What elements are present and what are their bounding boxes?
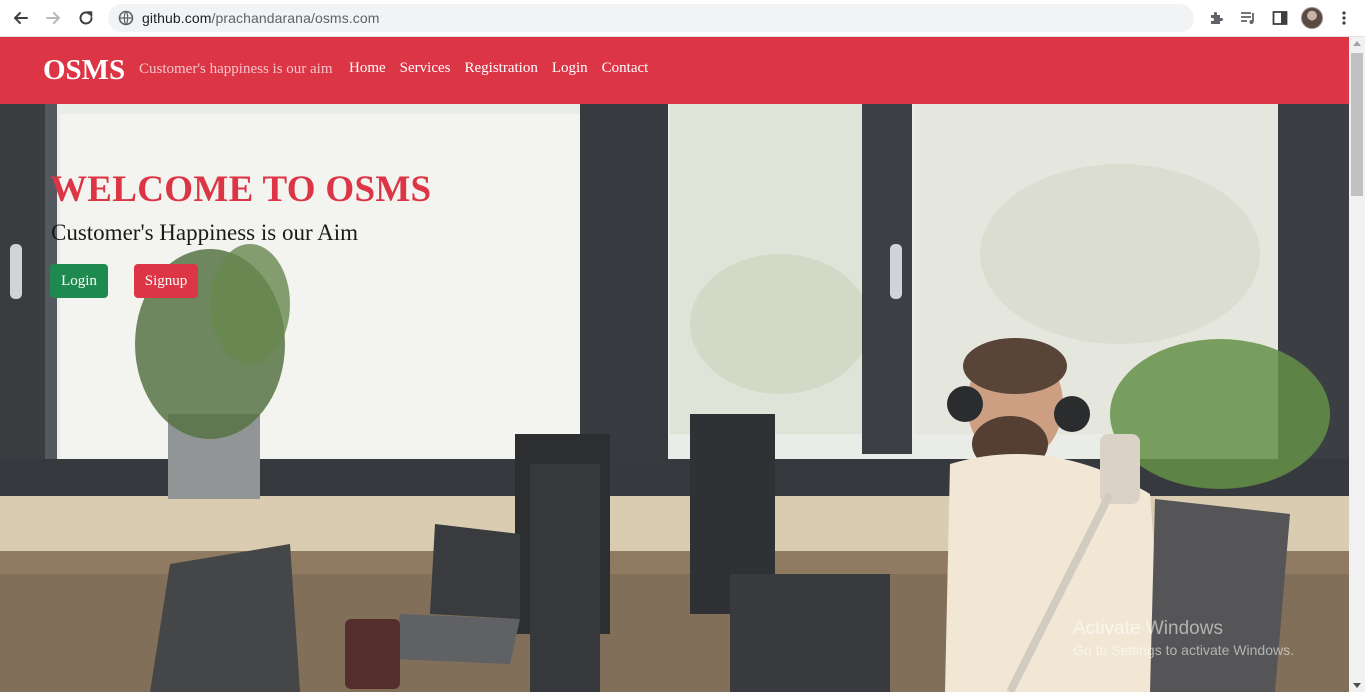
back-button[interactable] [8, 5, 34, 31]
side-panel-button[interactable] [1270, 8, 1290, 28]
nav-link-home[interactable]: Home [349, 60, 386, 77]
reload-button[interactable] [73, 5, 99, 31]
hero-subtitle: Customer's Happiness is our Aim [51, 220, 358, 245]
brand-logo[interactable]: OSMS [43, 54, 125, 87]
page-scrollbar[interactable] [1349, 37, 1365, 692]
forward-button[interactable] [40, 5, 66, 31]
profile-avatar[interactable] [1301, 7, 1323, 29]
hero-signup-button[interactable]: Signup [134, 264, 198, 298]
url-path: /prachandarana/osms.com [211, 10, 380, 26]
hero-login-button[interactable]: Login [50, 264, 108, 298]
puzzle-icon [1210, 11, 1223, 24]
browser-toolbar: github.com/prachandarana/osms.com [0, 0, 1365, 37]
nav-link-services[interactable]: Services [400, 60, 451, 77]
nav-link-login[interactable]: Login [552, 60, 588, 77]
extensions-button[interactable] [1206, 8, 1226, 28]
windows-activation-watermark: Activate Windows Go to Settings to activ… [1073, 618, 1294, 658]
navbar-tagline: Customer's happiness is our aim [139, 61, 333, 77]
site-navbar: OSMS Customer's happiness is our aim Hom… [0, 37, 1349, 104]
hero-title: WELCOME TO OSMS [50, 169, 432, 210]
url-host: github.com [142, 10, 212, 26]
side-panel-icon [1272, 11, 1288, 25]
media-control-button[interactable] [1238, 8, 1258, 28]
arrow-right-icon [46, 12, 60, 24]
watermark-subtitle: Go to Settings to activate Windows. [1073, 642, 1294, 658]
url-text: github.com/prachandarana/osms.com [142, 10, 380, 26]
playlist-icon [1241, 12, 1254, 24]
arrow-left-icon [14, 12, 28, 24]
nav-link-contact[interactable]: Contact [602, 60, 649, 77]
address-bar[interactable]: github.com/prachandarana/osms.com [108, 4, 1194, 32]
browser-menu-button[interactable] [1334, 8, 1354, 28]
hero-section: WELCOME TO OSMS Customer's Happiness is … [0, 104, 1349, 692]
scroll-up-arrow-icon[interactable] [1353, 41, 1361, 46]
scrollbar-thumb[interactable] [1351, 53, 1363, 196]
reload-icon [79, 11, 93, 25]
watermark-title: Activate Windows [1073, 618, 1223, 639]
site-info-icon[interactable] [118, 10, 134, 26]
nav-links: Home Services Registration Login Contact [349, 60, 662, 77]
more-vertical-icon [1342, 11, 1346, 25]
nav-link-registration[interactable]: Registration [465, 60, 538, 77]
scroll-down-arrow-icon[interactable] [1353, 683, 1361, 688]
